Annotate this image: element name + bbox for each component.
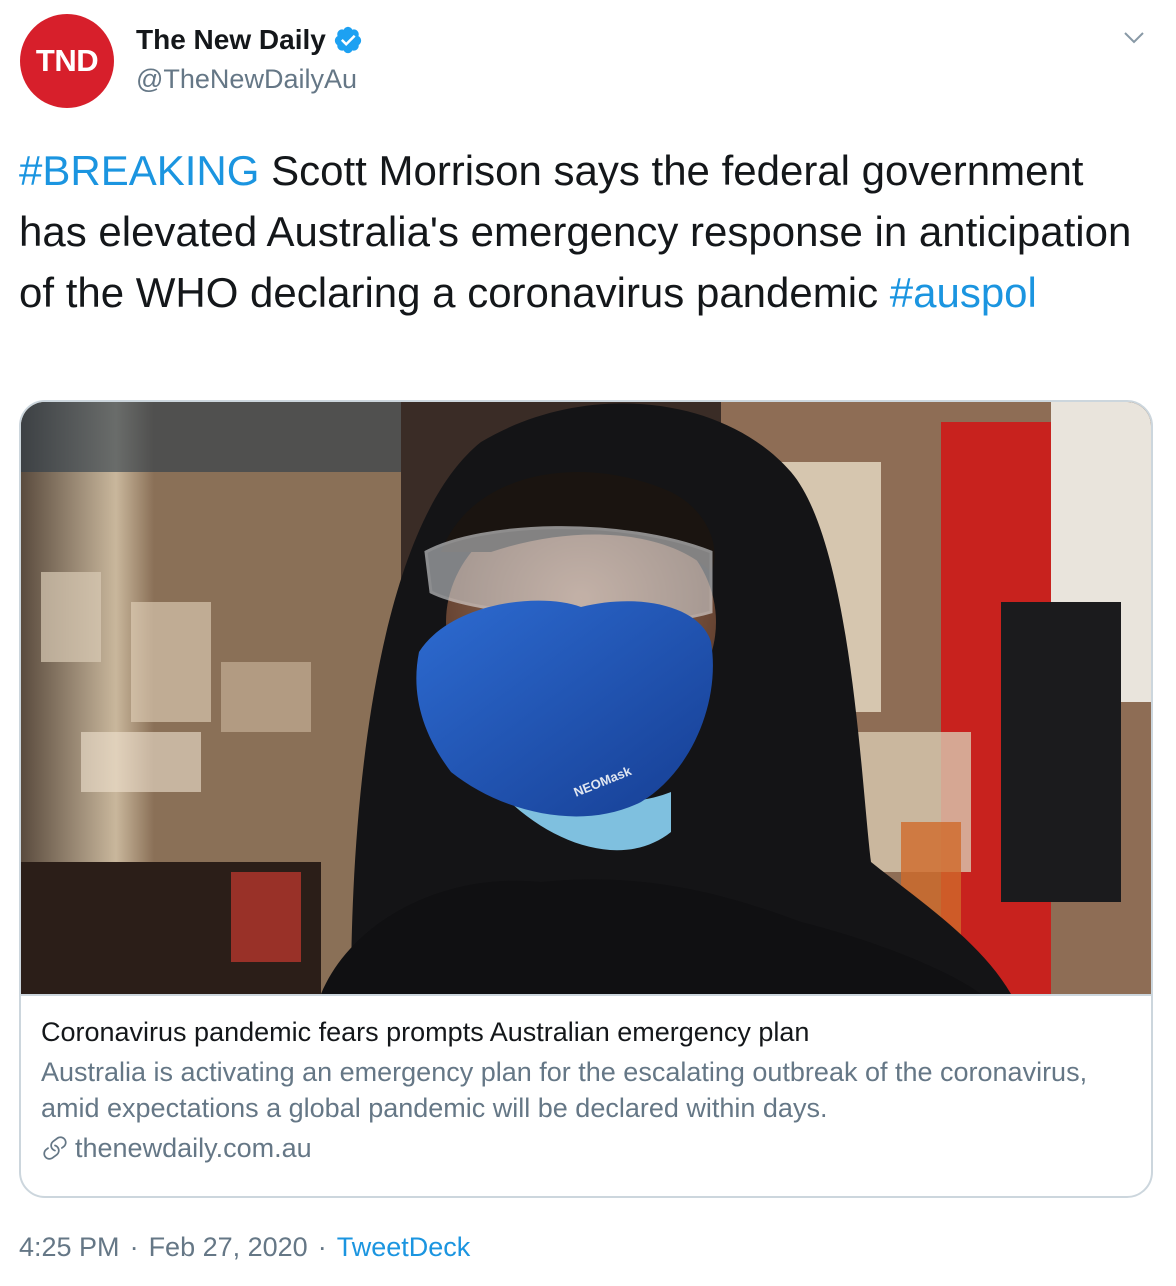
tweet-date[interactable]: Feb 27, 2020: [149, 1232, 308, 1263]
tweet-source-link[interactable]: TweetDeck: [337, 1232, 471, 1263]
card-domain[interactable]: thenewdaily.com.au: [75, 1130, 312, 1166]
author-handle[interactable]: @TheNewDailyAu: [136, 64, 357, 95]
tweet-text: #BREAKING Scott Morrison says the federa…: [19, 140, 1159, 323]
chevron-down-icon[interactable]: [1122, 26, 1146, 50]
card-body: Coronavirus pandemic fears prompts Austr…: [41, 1014, 1131, 1166]
author-display-name[interactable]: The New Daily: [136, 24, 326, 56]
link-preview-card[interactable]: NEOMask Coronavirus pandemic fears promp…: [19, 400, 1153, 1198]
avatar[interactable]: TND: [20, 14, 114, 108]
tweet-time[interactable]: 4:25 PM: [19, 1232, 120, 1263]
author-name-row: The New Daily: [136, 24, 363, 56]
meta-separator: ·: [317, 1232, 327, 1262]
card-title: Coronavirus pandemic fears prompts Austr…: [41, 1017, 810, 1047]
hashtag-breaking[interactable]: #BREAKING: [19, 147, 259, 194]
avatar-logo-text: TND: [35, 43, 99, 78]
card-photo: NEOMask: [21, 402, 1151, 996]
hashtag-auspol[interactable]: #auspol: [890, 269, 1037, 316]
card-description: Australia is activating an emergency pla…: [41, 1057, 1088, 1123]
link-icon: [43, 1136, 67, 1160]
card-domain-row: thenewdaily.com.au: [41, 1130, 1131, 1166]
masked-person-photo: NEOMask: [21, 402, 1151, 994]
tweet-meta: 4:25 PM · Feb 27, 2020 · TweetDeck: [19, 1232, 470, 1263]
meta-separator: ·: [129, 1232, 139, 1262]
verified-badge-icon: [334, 26, 361, 54]
